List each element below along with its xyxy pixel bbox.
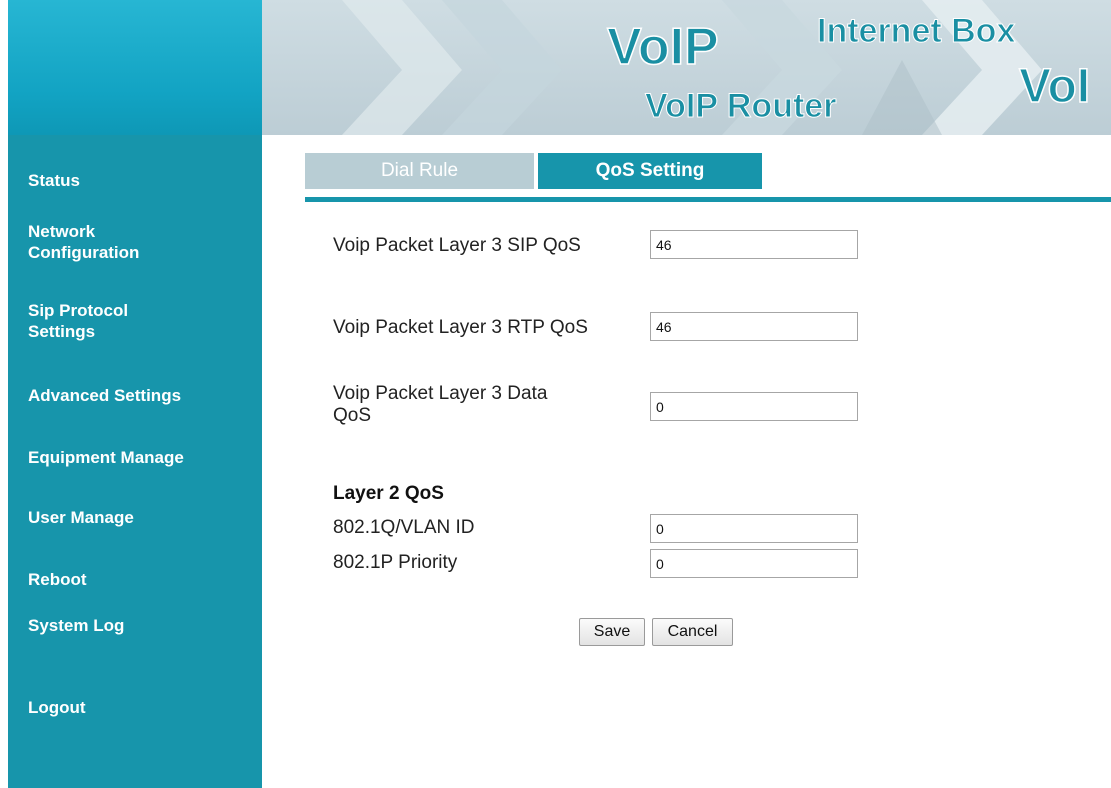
priority-input[interactable]: [650, 549, 858, 578]
cancel-button[interactable]: Cancel: [652, 618, 733, 646]
header-banner: VoIP Internet Box VoIP Router VoI: [262, 0, 1111, 135]
banner-graphic: VoIP Internet Box VoIP Router VoI: [342, 0, 1091, 135]
tab-qos-setting[interactable]: QoS Setting: [538, 153, 762, 189]
data-qos-label-line2: QoS: [333, 405, 372, 426]
nav-sip-protocol-settings[interactable]: Sip Protocol Settings: [28, 300, 258, 342]
rtp-qos-input[interactable]: [650, 312, 858, 341]
nav-network-configuration-line2: Configuration: [28, 243, 140, 262]
banner-chevron-2: [442, 0, 562, 135]
data-qos-label: Voip Packet Layer 3 Data QoS: [333, 383, 547, 427]
sip-qos-input[interactable]: [650, 230, 858, 259]
tab-dial-rule[interactable]: Dial Rule: [305, 153, 534, 189]
data-qos-input[interactable]: [650, 392, 858, 421]
nav-sip-protocol-settings-line2: Settings: [28, 322, 96, 341]
sidebar-nav: Status Network Configuration Sip Protoco…: [8, 135, 262, 788]
vlan-id-input[interactable]: [650, 514, 858, 543]
rtp-qos-label: Voip Packet Layer 3 RTP QoS: [333, 317, 588, 338]
nav-reboot[interactable]: Reboot: [28, 569, 258, 590]
sip-qos-label: Voip Packet Layer 3 SIP QoS: [333, 235, 581, 256]
sidebar-header: [8, 0, 262, 135]
layer2-qos-title: Layer 2 QoS: [333, 483, 444, 504]
nav-network-configuration-line1: Network: [28, 222, 96, 241]
nav-equipment-manage[interactable]: Equipment Manage: [28, 447, 258, 468]
priority-label: 802.1P Priority: [333, 552, 458, 573]
data-qos-label-line1: Voip Packet Layer 3 Data: [333, 383, 548, 404]
vlan-id-label: 802.1Q/VLAN ID: [333, 517, 475, 538]
banner-voi-partial: VoI: [1019, 60, 1090, 113]
banner-slash: [862, 60, 942, 135]
banner-chevron-1: [342, 0, 462, 135]
nav-sip-protocol-settings-line1: Sip Protocol: [28, 301, 129, 320]
nav-logout[interactable]: Logout: [28, 697, 258, 718]
banner-internet-box: Internet Box: [817, 12, 1015, 50]
nav-status[interactable]: Status: [28, 170, 258, 191]
tab-underline: [305, 197, 1111, 202]
nav-advanced-settings[interactable]: Advanced Settings: [28, 385, 258, 406]
nav-user-manage[interactable]: User Manage: [28, 507, 258, 528]
save-button[interactable]: Save: [579, 618, 645, 646]
banner-voip-router: VoIP Router: [645, 87, 836, 125]
nav-network-configuration[interactable]: Network Configuration: [28, 221, 258, 263]
nav-system-log[interactable]: System Log: [28, 615, 258, 636]
banner-voip-big: VoIP: [607, 18, 719, 76]
